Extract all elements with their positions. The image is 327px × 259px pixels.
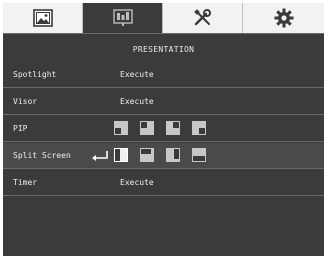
split-right-option[interactable] [166, 148, 180, 162]
pip-top-right-option[interactable] [166, 121, 180, 135]
split-top-option[interactable] [140, 148, 154, 162]
execute-button[interactable]: Execute [120, 170, 154, 196]
split-bottom-option[interactable] [192, 148, 206, 162]
tab-settings[interactable] [243, 3, 324, 33]
row-label: Spotlight [13, 70, 57, 79]
wrench-screwdriver-icon [193, 9, 211, 26]
menu-row-visor[interactable]: Visor Execute [3, 89, 324, 115]
execute-button[interactable]: Execute [120, 62, 154, 88]
row-label: Timer [13, 178, 38, 187]
pip-options [114, 121, 218, 135]
menu-row-timer[interactable]: Timer Execute [3, 170, 324, 196]
menu-row-pip[interactable]: PIP [3, 116, 324, 142]
menu-row-split-screen[interactable]: Split Screen [3, 143, 324, 169]
tab-picture[interactable] [3, 3, 83, 33]
split-left-right-option[interactable] [114, 148, 128, 162]
osd-menu: PRESENTATION Spotlight Execute Visor Exe… [3, 3, 324, 256]
row-label: PIP [13, 124, 28, 133]
section-title: PRESENTATION [132, 45, 195, 54]
tab-presentation[interactable] [83, 3, 163, 33]
menu-row-spotlight[interactable]: Spotlight Execute [3, 62, 324, 88]
execute-button[interactable]: Execute [120, 89, 154, 115]
presentation-icon [112, 9, 133, 26]
tab-tools[interactable] [163, 3, 243, 33]
split-screen-options [114, 148, 218, 162]
pip-bottom-left-option[interactable] [114, 121, 128, 135]
pip-bottom-right-option[interactable] [192, 121, 206, 135]
picture-icon [32, 9, 53, 27]
tab-bar [3, 3, 324, 34]
enter-icon [92, 151, 108, 161]
pip-top-left-option[interactable] [140, 121, 154, 135]
row-label: Visor [13, 97, 38, 106]
gear-icon [274, 8, 293, 28]
row-label: Split Screen [13, 151, 71, 160]
